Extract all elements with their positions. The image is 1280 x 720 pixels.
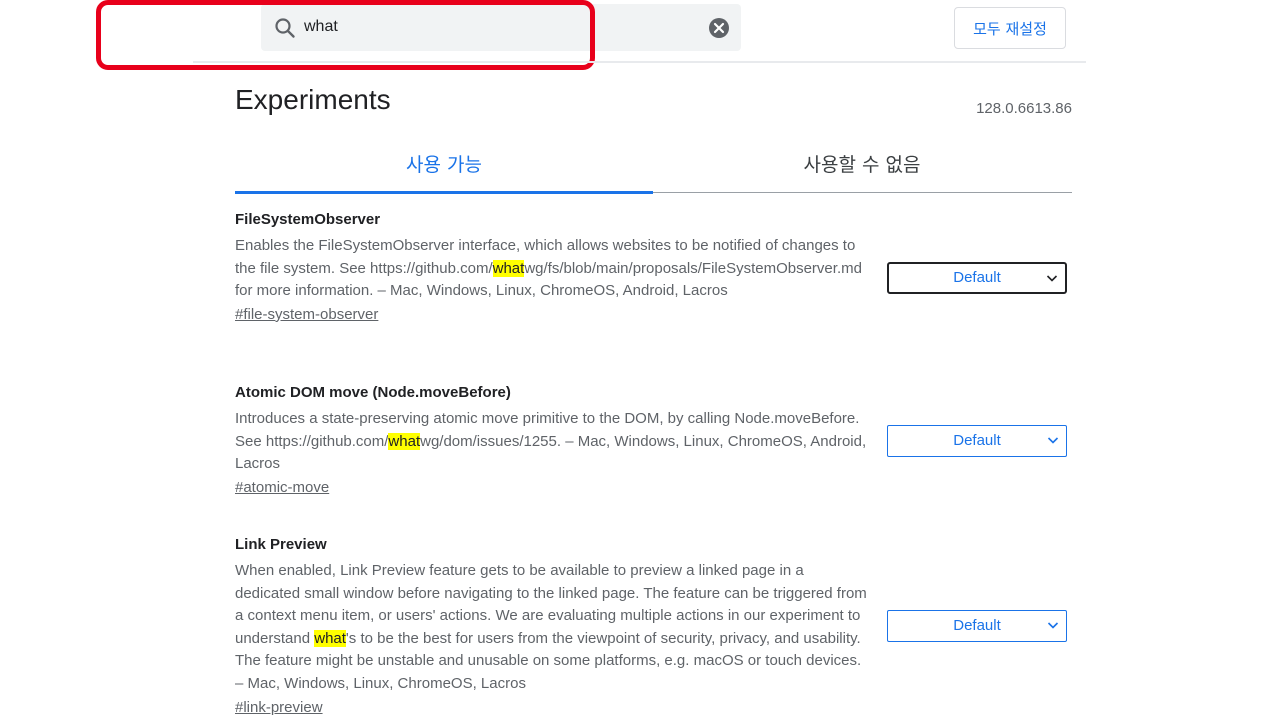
search-match-highlight: what (314, 629, 346, 647)
chevron-down-icon (1047, 437, 1059, 444)
chevron-down-icon (1046, 275, 1058, 282)
search-box[interactable] (261, 4, 741, 51)
chevron-down-icon (1047, 622, 1059, 629)
clear-icon[interactable] (708, 17, 730, 39)
experiment-link-preview: Link Preview When enabled, Link Preview … (235, 535, 1072, 717)
experiment-state-select[interactable]: Default (887, 262, 1067, 294)
experiment-state-select[interactable]: Default (887, 425, 1067, 457)
reset-all-button[interactable]: 모두 재설정 (954, 7, 1066, 49)
experiment-description: Enables the FileSystemObserver interface… (235, 237, 862, 300)
select-value: Default (953, 617, 1001, 634)
experiment-title: Atomic DOM move (Node.moveBefore) (235, 384, 511, 401)
experiment-state-select[interactable]: Default (887, 610, 1067, 642)
experiment-permalink[interactable]: #link-preview (235, 699, 323, 716)
select-value: Default (953, 269, 1001, 286)
experiment-permalink[interactable]: #atomic-move (235, 479, 329, 496)
tab-available[interactable]: 사용 가능 (235, 150, 653, 192)
flags-page: 모두 재설정 Experiments 128.0.6613.86 사용 가능 사… (0, 0, 1280, 720)
experiment-title: Link Preview (235, 536, 327, 553)
version-label: 128.0.6613.86 (976, 100, 1072, 117)
experiment-description: When enabled, Link Preview feature gets … (235, 562, 867, 692)
experiment-description: Introduces a state-preserving atomic mov… (235, 410, 867, 473)
search-match-highlight: what (388, 432, 421, 450)
page-title: Experiments (235, 84, 391, 115)
tab-unavailable[interactable]: 사용할 수 없음 (653, 150, 1071, 192)
search-icon (275, 18, 295, 38)
header-divider (193, 61, 1086, 63)
search-match-highlight: what (492, 259, 525, 277)
active-tab-indicator (235, 191, 653, 194)
select-value: Default (953, 432, 1001, 449)
experiment-atomic-move: Atomic DOM move (Node.moveBefore) Introd… (235, 383, 1072, 497)
experiment-title: FileSystemObserver (235, 211, 381, 228)
experiment-permalink[interactable]: #file-system-observer (235, 306, 378, 323)
experiment-file-system-observer: FileSystemObserver Enables the FileSyste… (235, 210, 1072, 324)
search-input[interactable] (304, 14, 684, 40)
